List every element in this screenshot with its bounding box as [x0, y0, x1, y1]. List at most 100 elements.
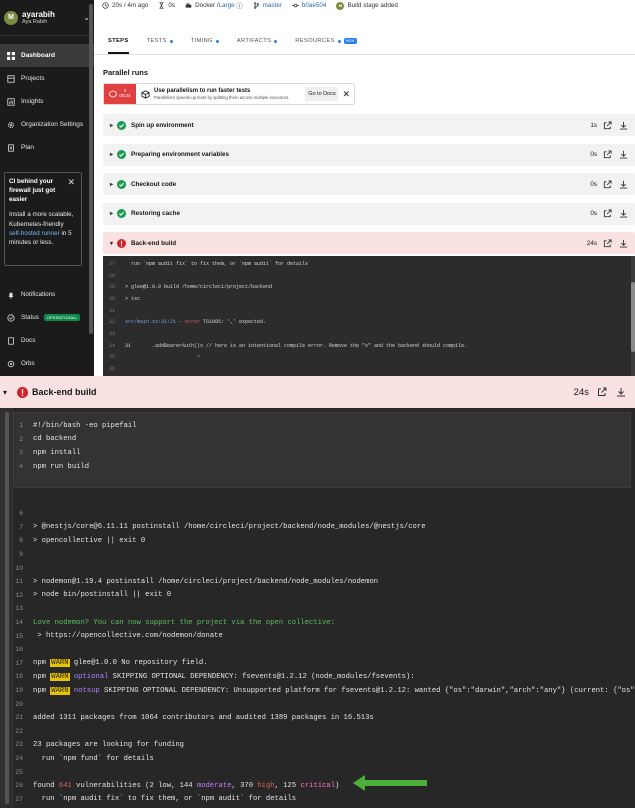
log-line: 27 run `npm audit fix` to fix them, or `… [13, 793, 296, 807]
log-text: > tsc [125, 295, 141, 302]
step-preparing-environment-variables[interactable]: ▸ Preparing environment variables 0s [103, 143, 635, 166]
bell-icon [7, 291, 15, 299]
sidebar-item-docs[interactable]: Docs [0, 329, 94, 352]
arrow-annotation-icon [353, 775, 427, 791]
step-label: Spin up environment [131, 121, 194, 129]
org-switcher[interactable]: M ayarabih Aya Rabih ⌄ [0, 0, 94, 36]
download-icon[interactable] [616, 387, 626, 397]
log-scrollbar[interactable] [631, 256, 635, 376]
external-link-icon[interactable] [603, 238, 612, 248]
docs-icon [7, 336, 15, 345]
line-number: 30 [108, 295, 115, 302]
sidebar-scrollbar[interactable] [89, 4, 93, 334]
duration-text: 20s / 4m ago [112, 2, 149, 9]
success-icon [117, 120, 126, 130]
chevron-right-icon: ▸ [110, 211, 114, 217]
external-link-icon[interactable] [603, 150, 612, 159]
credits-meta: 0s [158, 2, 175, 9]
line-number: 17 [15, 659, 23, 667]
step-duration: 0s [590, 151, 597, 158]
sidebar-item-label: Insights [21, 98, 44, 105]
download-icon[interactable] [619, 180, 628, 189]
promo-text: Install a more scalable, Kubernetes-frie… [9, 211, 74, 228]
external-link-icon[interactable] [597, 387, 607, 397]
external-link-icon[interactable] [603, 179, 612, 189]
runner-promo-card: CI behind your firewall just got easier … [4, 172, 82, 266]
line-number: 7 [19, 523, 23, 531]
chevron-right-icon: ▸ [110, 122, 114, 129]
download-icon[interactable] [619, 209, 628, 218]
sidebar-item-label: Orbs [21, 360, 35, 367]
commit-link[interactable]: b0ae504 [302, 2, 327, 9]
log-line: 29 > glee@1.0.0 build /home/circleci/proj… [103, 281, 635, 293]
line-number: 10 [15, 564, 23, 572]
tab-timing[interactable]: TIMING [191, 38, 219, 54]
tab-artifacts[interactable]: ARTIFACTS [236, 38, 278, 54]
sidebar-item-orbs[interactable]: Orbs [0, 352, 94, 375]
tab-steps[interactable]: STEPS [108, 38, 129, 54]
log-line: 34 31 .addBearerAuth()x // here is an int… [103, 340, 635, 352]
log-line: 35 ~ [103, 352, 635, 364]
tab-resources[interactable]: RESOURCES NEW [295, 38, 357, 54]
log-text: npm WARN notsup SKIPPING OPTIONAL DEPEND… [33, 686, 635, 695]
log-text: npm run build [33, 462, 90, 471]
parallel-run-0[interactable]: 0 00:24 [104, 84, 136, 104]
log-line: 27 run `npm audit fix` to fix them, or `… [103, 258, 635, 270]
download-icon[interactable] [619, 150, 628, 159]
resource-class-link[interactable]: Large [219, 2, 235, 9]
duration-meta: 20s / 4m ago [102, 2, 148, 9]
cube-icon [140, 89, 150, 99]
branch-link[interactable]: master [263, 2, 282, 9]
cube-icon [109, 90, 117, 98]
log-line: 36 [103, 363, 635, 375]
step-restoring-cache[interactable]: ▸ Restoring cache 0s [103, 202, 635, 225]
log-line: 30 > tsc [103, 293, 635, 305]
step-checkout-code[interactable]: ▸ Checkout code 0s [103, 173, 635, 195]
close-icon[interactable]: ✕ [342, 89, 350, 100]
log-line: 11 > nodemon@1.19.4 postinstall /home/cir… [13, 575, 378, 589]
log-line: 8 > opencollective || exit 0 [13, 534, 145, 548]
download-icon[interactable] [619, 239, 628, 248]
step-back-end-build[interactable]: ▾ Back-end build 24s [103, 232, 635, 254]
log-text: cd backend [33, 435, 77, 444]
sidebar-item-plan[interactable]: Plan [0, 136, 94, 159]
log-line: 13 [13, 602, 33, 616]
log-text: > https://opencollective.com/nodemon/don… [33, 632, 223, 641]
tab-tests[interactable]: TESTS [147, 38, 173, 54]
run-time: 00:24 [119, 93, 131, 98]
sidebar-item-label: Organization Settings [21, 121, 84, 128]
external-link-icon[interactable] [603, 209, 612, 218]
sidebar-item-projects[interactable]: Projects [0, 67, 94, 90]
line-number: 2 [19, 435, 23, 443]
download-icon[interactable] [619, 121, 628, 130]
step-spin-up-environment[interactable]: ▸ Spin up environment 1s [103, 114, 635, 136]
sidebar-item-notifications[interactable]: Notifications [0, 283, 94, 306]
log-scrollbar[interactable] [0, 408, 14, 808]
sidebar-item-organization-settings[interactable]: Organization Settings [0, 113, 94, 136]
sidebar-item-insights[interactable]: Insights [0, 90, 94, 113]
sidebar-item-label: Docs [21, 337, 36, 344]
sidebar-item-dashboard[interactable]: Dashboard [0, 44, 94, 67]
tab-label: ARTIFACTS [236, 38, 272, 44]
line-number: 8 [19, 537, 23, 545]
line-number: 9 [19, 551, 23, 559]
tab-label: STEPS [108, 38, 129, 44]
log-line: 19 npm WARN notsup SKIPPING OPTIONAL DEPE… [13, 684, 635, 698]
self-hosted-runner-link[interactable]: self-hosted runner [9, 230, 60, 237]
executor-text: Docker / [195, 2, 219, 9]
line-number: 34 [108, 342, 115, 349]
log-text: added 1311 packages from 1064 contributo… [33, 713, 374, 722]
log-line: 25 [13, 765, 33, 779]
external-link-icon[interactable] [603, 120, 612, 130]
sidebar-item-label: Dashboard [21, 52, 55, 59]
job-meta-bar: 20s / 4m ago 0s Docker / Large ⓘ master … [94, 0, 635, 11]
step-label: Restoring cache [131, 210, 180, 217]
log-line: 7 > @nestjs/core@6.11.11 postinstall /hom… [13, 521, 425, 535]
close-icon[interactable]: ✕ [67, 176, 75, 189]
command-line: 2 cd backend [13, 433, 76, 447]
step-label: Back-end build [32, 387, 97, 397]
backend-build-step-header-zoomed[interactable]: ▾ Back-end build 24s [0, 376, 635, 408]
go-to-docs-button[interactable]: Go to Docs [305, 87, 339, 101]
log-line: 22 [13, 725, 33, 739]
sidebar-item-status[interactable]: Status OPERATIONAL [0, 306, 94, 329]
